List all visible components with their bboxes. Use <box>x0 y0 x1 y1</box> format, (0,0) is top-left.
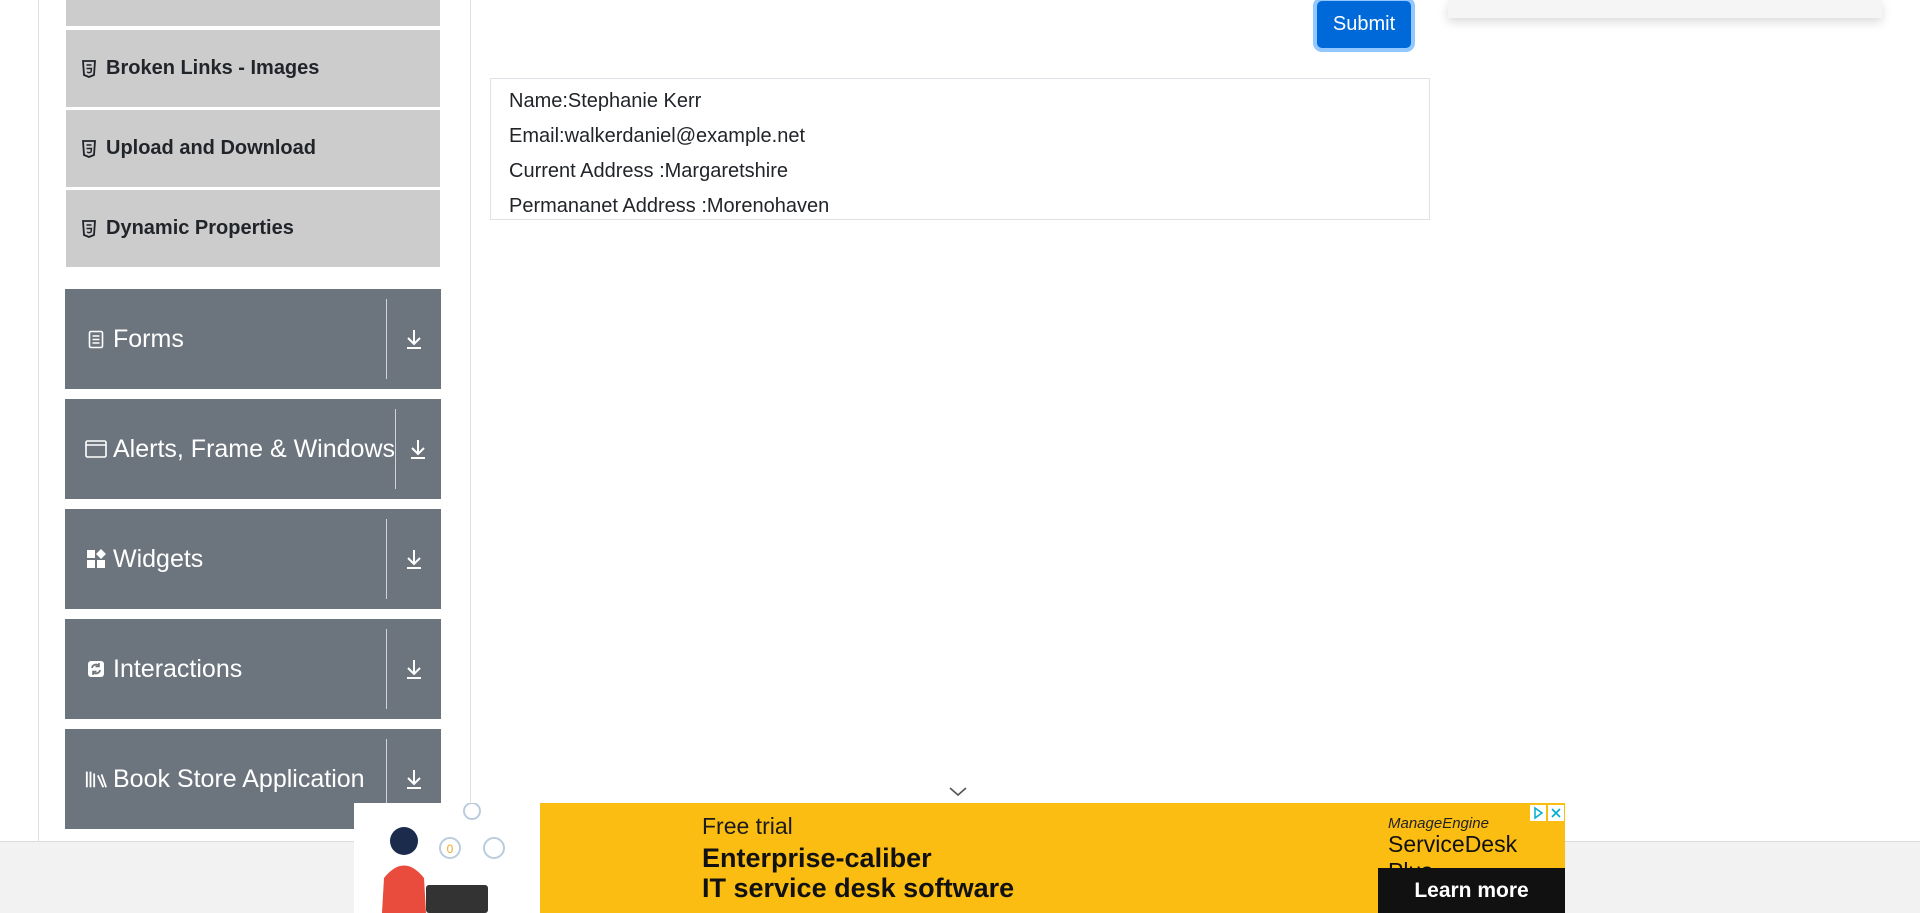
ad-headline: Enterprise-caliber <box>702 843 932 873</box>
html5-icon <box>82 139 96 158</box>
sidebar-item-label: Dynamic Properties <box>106 217 294 239</box>
output-email: Email:walkerdaniel@example.net <box>509 125 805 147</box>
sidebar-item-upload-download[interactable]: Upload and Download <box>66 110 440 188</box>
sidebar-group-alerts[interactable]: Alerts, Frame & Windows <box>65 399 441 499</box>
ad-illustration: 0 <box>354 803 540 913</box>
books-icon <box>85 769 107 789</box>
interactions-icon <box>85 659 107 679</box>
download-icon[interactable] <box>387 619 441 719</box>
group-label: Alerts, Frame & Windows <box>113 434 396 463</box>
widgets-icon <box>85 549 107 569</box>
ad-headline: IT service desk software <box>702 873 1015 903</box>
download-icon[interactable] <box>396 399 441 499</box>
svg-text:0: 0 <box>447 842 454 856</box>
output-name: Name:Stephanie Kerr <box>509 90 702 112</box>
ad-brand-small: ManageEngine <box>1388 815 1489 832</box>
close-icon[interactable] <box>1548 805 1564 821</box>
ad-banner[interactable]: 0 Free trial Enterprise-caliber IT servi… <box>354 803 1565 913</box>
ad-free-trial: Free trial <box>702 813 793 839</box>
sidebar-group-forms[interactable]: Forms <box>65 289 441 389</box>
document-icon <box>85 329 107 349</box>
html5-icon <box>82 219 96 238</box>
output-permanent-address: Permananet Address :Morenohaven <box>509 195 830 217</box>
sidebar-group-widgets[interactable]: Widgets <box>65 509 441 609</box>
html5-icon <box>82 59 96 78</box>
sidebar-group-interactions[interactable]: Interactions <box>65 619 441 719</box>
download-icon[interactable] <box>387 289 441 389</box>
group-label: Interactions <box>113 654 243 683</box>
sidebar-item-label: Broken Links - Images <box>106 57 320 79</box>
group-label: Forms <box>113 324 184 353</box>
content-divider <box>470 0 471 841</box>
ad-learn-more-button[interactable]: Learn more <box>1378 868 1565 913</box>
download-icon[interactable] <box>387 509 441 609</box>
group-label: Book Store Application <box>113 764 365 793</box>
chevron-down-icon[interactable] <box>948 786 968 798</box>
ad-choices-icon[interactable] <box>1530 805 1546 821</box>
output-current-address: Current Address :Margaretshire <box>509 160 789 182</box>
ad-card <box>1448 0 1882 18</box>
sidebar-item-broken-links[interactable]: Broken Links - Images <box>66 30 440 108</box>
sidebar-item-label: Upload and Download <box>106 137 316 159</box>
left-divider <box>38 0 39 841</box>
page: Broken Links - Images Upload and Downloa… <box>0 0 1920 913</box>
sidebar-item-hidden[interactable] <box>66 0 440 27</box>
sidebar-item-dynamic-properties[interactable]: Dynamic Properties <box>66 190 440 268</box>
window-icon <box>85 439 107 459</box>
submit-button[interactable]: Submit <box>1317 1 1411 48</box>
output-box: Name:Stephanie Kerr Email:walkerdaniel@e… <box>490 78 1430 220</box>
group-label: Widgets <box>113 544 204 573</box>
